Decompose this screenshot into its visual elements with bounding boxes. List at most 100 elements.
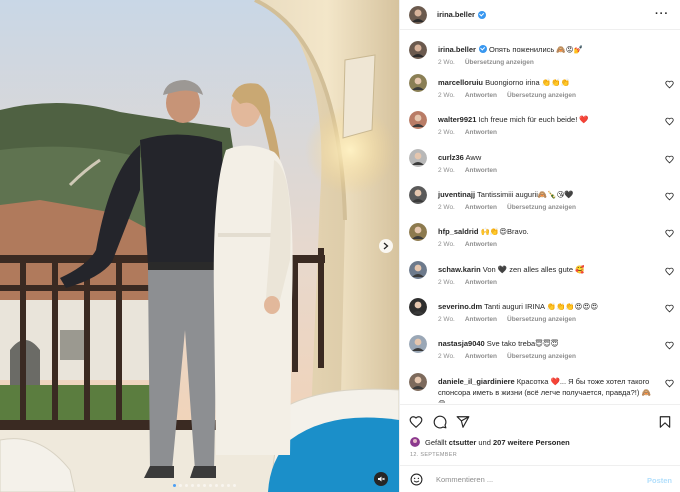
post-side-panel: irina.beller ··· irina.beller Опять поже… xyxy=(399,0,680,492)
translate-link[interactable]: Übersetzung anzeigen xyxy=(465,57,534,68)
comment-username[interactable]: curlz36 xyxy=(438,153,464,162)
avatar[interactable] xyxy=(409,223,427,241)
comment-time[interactable]: 2 Wo. xyxy=(438,277,455,288)
carousel-dot xyxy=(197,484,200,487)
likes-summary: Gefällt ctsutter und 207 weitere Persone… xyxy=(410,437,570,447)
avatar[interactable] xyxy=(409,149,427,167)
avatar[interactable] xyxy=(409,373,427,391)
comment-username[interactable]: juventinajj xyxy=(438,190,475,199)
comment-username[interactable]: severino.dm xyxy=(438,302,482,311)
reply-link[interactable]: Antworten xyxy=(465,277,497,288)
carousel-dot xyxy=(179,484,182,487)
translate-link[interactable]: Übersetzung anzeigen xyxy=(507,351,576,362)
comment-like-heart-icon[interactable] xyxy=(665,379,674,388)
translate-link[interactable]: Übersetzung anzeigen xyxy=(507,314,576,325)
post-comment-button[interactable]: Posten xyxy=(647,476,672,485)
caption-time[interactable]: 2 Wo. xyxy=(438,57,455,68)
post-author-username[interactable]: irina.beller xyxy=(437,10,475,19)
comment-time[interactable]: 2 Wo. xyxy=(438,239,455,250)
post-header: irina.beller ··· xyxy=(400,0,680,30)
comment-like-heart-icon[interactable] xyxy=(665,80,674,89)
comment-text: Sve tako treba😇😇😇 xyxy=(486,339,559,348)
carousel-dot xyxy=(215,484,218,487)
verified-badge-icon xyxy=(477,10,486,19)
comment-text: Von 🖤 zen alles alles gute 🥰 xyxy=(482,265,585,274)
post-photo[interactable] xyxy=(0,0,399,492)
avatar[interactable] xyxy=(409,111,427,129)
comment-username[interactable]: nastasja9040 xyxy=(438,339,485,348)
avatar[interactable] xyxy=(409,335,427,353)
carousel-dot xyxy=(227,484,230,487)
comment-like-heart-icon[interactable] xyxy=(665,229,674,238)
comment-time[interactable]: 2 Wo. xyxy=(438,314,455,325)
comments-list[interactable]: irina.beller Опять поженились 🙈😡💅 2 Wo. … xyxy=(400,31,680,403)
chevron-right-icon xyxy=(383,242,389,250)
reply-link[interactable]: Antworten xyxy=(465,165,497,176)
reply-link[interactable]: Antworten xyxy=(465,239,497,250)
likes-others-link[interactable]: 207 weitere Personen xyxy=(493,438,570,447)
comment-username[interactable]: marcelloruiu xyxy=(438,78,483,87)
likes-connector: und xyxy=(478,437,491,447)
comment-icon[interactable] xyxy=(433,415,447,429)
comment-like-heart-icon[interactable] xyxy=(665,192,674,201)
comment-like-heart-icon[interactable] xyxy=(665,341,674,350)
post-image xyxy=(0,0,399,492)
carousel-dot xyxy=(191,484,194,487)
comment-time[interactable]: 2 Wo. xyxy=(438,165,455,176)
add-comment-bar: Posten xyxy=(400,465,680,492)
comment-username[interactable]: walter9921 xyxy=(438,115,476,124)
share-icon[interactable] xyxy=(456,415,470,429)
comment-time[interactable]: 2 Wo. xyxy=(438,202,455,213)
comment-time[interactable]: 2 Wo. xyxy=(438,127,455,138)
comment-like-heart-icon[interactable] xyxy=(665,117,674,126)
emoji-icon[interactable] xyxy=(410,473,423,486)
translate-link[interactable]: Übersetzung anzeigen xyxy=(507,202,576,213)
comment-text: Aww xyxy=(465,153,482,162)
likes-user[interactable]: ctsutter xyxy=(449,438,477,447)
comment-username[interactable]: hfp_saldrid xyxy=(438,227,478,236)
comment-username[interactable]: schaw.karin xyxy=(438,265,481,274)
translate-link[interactable]: Übersetzung anzeigen xyxy=(507,90,576,101)
reply-link[interactable]: Antworten xyxy=(465,351,497,362)
comment-like-heart-icon[interactable] xyxy=(665,155,674,164)
avatar[interactable] xyxy=(409,41,427,59)
reply-link[interactable]: Antworten xyxy=(465,127,497,138)
avatar[interactable] xyxy=(409,74,427,92)
post-actions-bar xyxy=(400,404,680,436)
avatar[interactable] xyxy=(410,437,420,447)
comment-time[interactable]: 2 Wo. xyxy=(438,351,455,362)
comment-text: Buongiorno irina 👏👏👏 xyxy=(485,78,570,87)
comment-like-heart-icon[interactable] xyxy=(665,267,674,276)
sound-off-icon xyxy=(378,476,385,482)
carousel-dot xyxy=(221,484,224,487)
carousel-indicator xyxy=(173,484,236,487)
carousel-dot xyxy=(203,484,206,487)
more-options-icon[interactable]: ··· xyxy=(655,8,669,20)
avatar[interactable] xyxy=(409,5,427,24)
comment-time[interactable]: 2 Wo. xyxy=(438,90,455,101)
caption-text: Опять поженились 🙈😡💅 xyxy=(489,45,583,54)
avatar[interactable] xyxy=(409,186,427,204)
bookmark-icon[interactable] xyxy=(658,415,672,429)
reply-link[interactable]: Antworten xyxy=(465,90,497,101)
post-date[interactable]: 12. SEPTEMBER xyxy=(410,452,457,458)
comment-text: Tantissimiii augurii🙈🍾😘🖤 xyxy=(477,190,574,199)
comment-input[interactable] xyxy=(436,474,636,484)
reply-link[interactable]: Antworten xyxy=(465,202,497,213)
comment-text: Ich freue mich für euch beide! ❤️ xyxy=(478,115,589,124)
avatar[interactable] xyxy=(409,298,427,316)
reply-link[interactable]: Antworten xyxy=(465,314,497,325)
heart-icon[interactable] xyxy=(409,415,423,429)
caption-username[interactable]: irina.beller xyxy=(438,45,476,54)
comment-username[interactable]: daniele_il_giardiniere xyxy=(438,377,515,386)
carousel-next-button[interactable] xyxy=(379,239,393,253)
mute-button[interactable] xyxy=(374,472,388,486)
carousel-dot xyxy=(209,484,212,487)
comment-like-heart-icon[interactable] xyxy=(665,304,674,313)
verified-badge-icon xyxy=(478,45,487,53)
comment-text: Tanti auguri IRINA 👏👏👏😍😍😍 xyxy=(484,302,599,311)
likes-prefix: Gefällt xyxy=(425,437,447,447)
avatar[interactable] xyxy=(409,261,427,279)
carousel-dot xyxy=(233,484,236,487)
carousel-dot xyxy=(173,484,176,487)
